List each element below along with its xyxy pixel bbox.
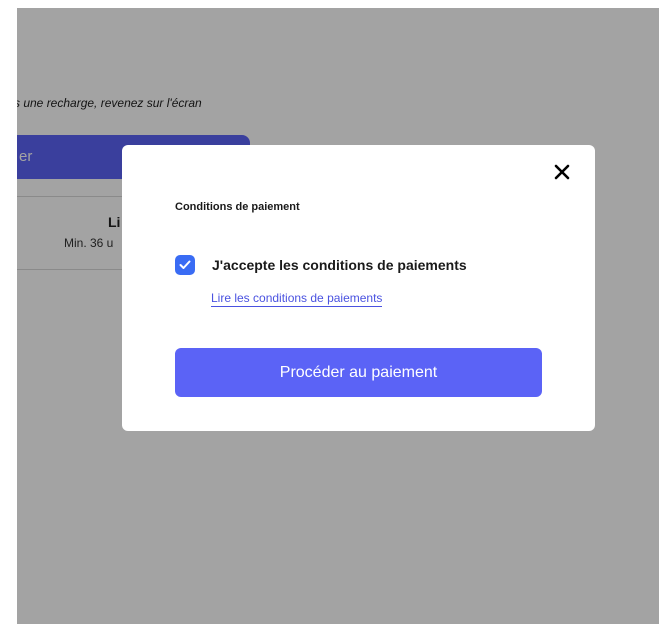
read-conditions-link[interactable]: Lire les conditions de paiements: [211, 291, 383, 307]
close-icon[interactable]: [553, 163, 571, 181]
accept-conditions-label[interactable]: J'accepte les conditions de paiements: [212, 257, 467, 273]
proceed-payment-button[interactable]: Procéder au paiement: [175, 348, 542, 397]
checkmark-icon: [179, 260, 191, 269]
modal-title: Conditions de paiement: [175, 201, 300, 213]
accept-conditions-checkbox[interactable]: [175, 255, 195, 275]
payment-conditions-modal: Conditions de paiement J'accepte les con…: [122, 145, 595, 431]
screen: s une recharge, revenez sur l'écran er L…: [17, 8, 659, 624]
